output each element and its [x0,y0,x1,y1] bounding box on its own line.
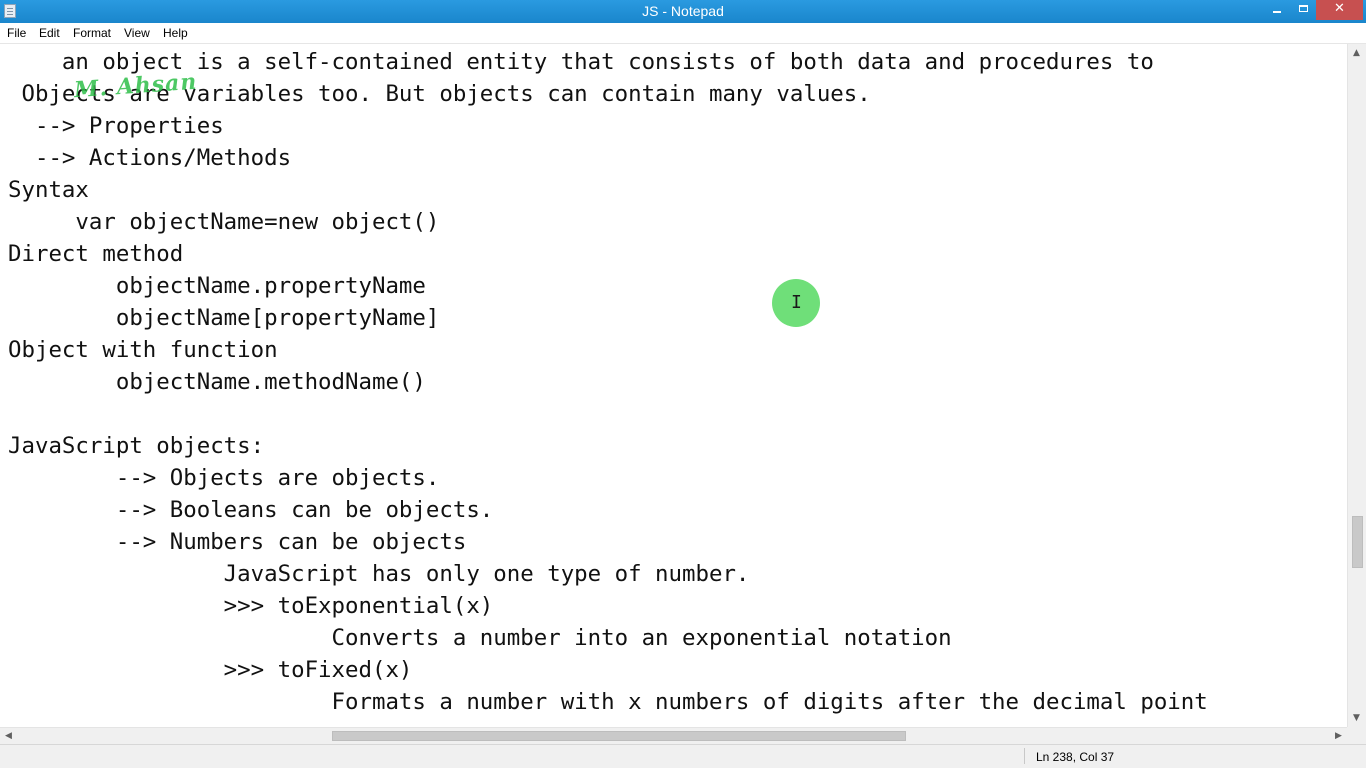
status-bar: Ln 238, Col 37 [0,744,1366,768]
text-cursor-icon: I [791,292,802,313]
scrollbar-corner [1347,727,1366,744]
text-line: --> Properties [8,113,224,139]
text-line: Converts a number into an exponential no… [8,625,952,651]
scroll-right-icon[interactable]: ▶ [1330,731,1347,741]
text-editor[interactable]: an object is a self-contained entity tha… [0,44,1347,727]
text-line: --> Booleans can be objects. [8,497,494,523]
text-line: Object with function [8,337,278,363]
text-line: objectName.methodName() [8,369,426,395]
status-divider [1024,748,1025,764]
scroll-up-icon[interactable]: ▲ [1348,48,1365,58]
menu-bar: File Edit Format View Help [0,23,1366,44]
restore-button[interactable] [1290,0,1316,20]
horizontal-scroll-thumb[interactable] [332,731,906,741]
text-line: Syntax [8,177,89,203]
close-button[interactable]: ✕ [1316,0,1363,20]
cursor-position: Ln 238, Col 37 [1036,750,1115,764]
text-line: objectName.propertyName [8,273,426,299]
window-title: JS - Notepad [642,3,724,19]
scroll-left-icon[interactable]: ◀ [0,731,17,741]
text-line: var objectName=new object() [8,209,440,235]
text-line: objectName[propertyName] [8,305,440,331]
text-line: --> Objects are objects. [8,465,440,491]
close-icon: ✕ [1334,1,1345,16]
minimize-button[interactable] [1264,0,1290,20]
restore-icon [1298,5,1308,12]
menu-edit[interactable]: Edit [36,23,63,43]
menu-format[interactable]: Format [70,23,114,43]
vertical-scroll-thumb[interactable] [1352,516,1363,568]
vertical-scrollbar[interactable]: ▲ ▼ [1347,44,1366,727]
notepad-window: JS - Notepad ✕ File Edit Format View Hel… [0,0,1366,768]
text-line: Direct method [8,241,184,267]
horizontal-scrollbar[interactable]: ◀ ▶ [0,727,1347,744]
menu-view[interactable]: View [121,23,153,43]
text-line: Formats a number with x numbers of digit… [8,689,1208,715]
text-line: --> Actions/Methods [8,145,292,171]
scroll-down-icon[interactable]: ▼ [1348,713,1365,723]
text-line: JavaScript has only one type of number. [8,561,750,587]
text-line: JavaScript objects: [8,433,265,459]
text-line: >>> toExponential(x) [8,593,494,619]
menu-help[interactable]: Help [160,23,191,43]
text-line: --> Numbers can be objects [8,529,467,555]
minimize-icon [1273,11,1281,13]
title-bar[interactable]: JS - Notepad ✕ [0,0,1366,23]
text-line: >>> toFixed(x) [8,657,413,683]
menu-file[interactable]: File [4,23,29,43]
